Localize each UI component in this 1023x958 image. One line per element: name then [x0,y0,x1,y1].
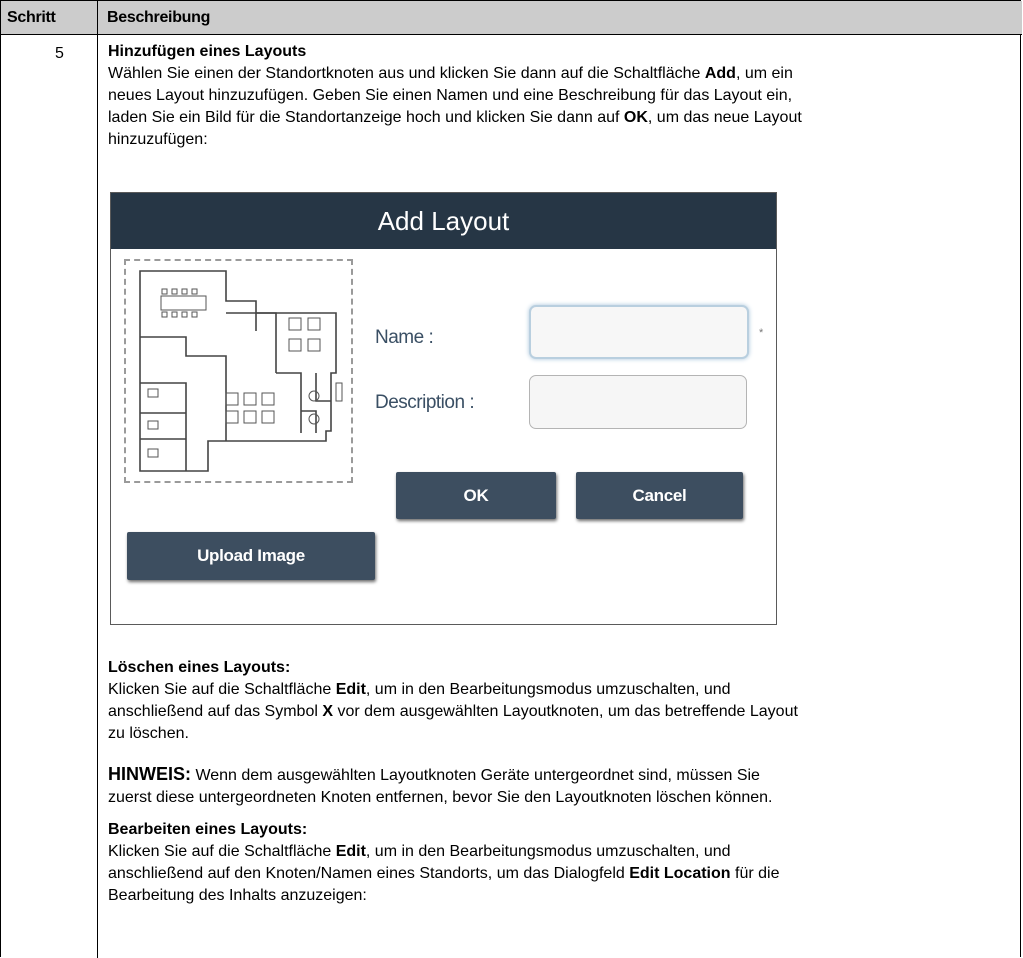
text: laden Sie ein Bild für die Standortanzei… [108,109,624,126]
text: , um in den Bearbeitungsmodus umzuschalt… [365,681,731,698]
header-step: Schritt [7,9,56,26]
keyword-ok: OK [623,109,648,126]
ok-button[interactable]: OK [396,472,556,519]
text: , um ein [735,65,793,82]
keyword-x: X [322,703,334,720]
paragraph-line: Bearbeitung des Inhalts anzuzeigen: [108,887,367,904]
text: anschließend auf das Symbol [108,703,323,720]
floor-plan-icon [139,270,343,472]
note-section: HINWEIS: Wenn dem ausgewählten Layoutkno… [108,763,1013,809]
add-layout-section: Hinzufügen eines Layouts Wählen Sie eine… [108,41,1013,151]
name-label: Name : [375,327,434,348]
edit-layout-section: Bearbeiten eines Layouts: Klicken Sie au… [108,819,1013,907]
text: anschließend auf den Knoten/Namen eines … [108,865,630,882]
column-divider [97,1,98,958]
paragraph-line: laden Sie ein Bild für die Standortanzei… [108,107,1013,129]
text: , um das neue Layout [647,109,802,126]
instruction-table: Schritt Beschreibung 5 Hinzufügen eines … [0,0,1022,958]
paragraph-line: zu löschen. [108,725,189,742]
text: Wenn dem ausgewählten Layoutknoten Gerät… [191,767,760,784]
note-line: zuerst diese untergeordneten Knoten entf… [108,789,773,806]
heading-add-layout: Hinzufügen eines Layouts [108,43,307,60]
heading-edit-layout: Bearbeiten eines Layouts: [108,821,308,838]
paragraph-line: Klicken Sie auf die Schaltfläche Edit, u… [108,841,1013,863]
text: vor dem ausgewählten Layoutknoten, um da… [333,703,798,720]
paragraph-line: neues Layout hinzuzufügen. Geben Sie ein… [108,87,793,104]
paragraph-line: Wählen Sie einen der Standortknoten aus … [108,63,1013,85]
keyword-edit: Edit [335,843,366,860]
table-header-row: Schritt Beschreibung [1,1,1022,35]
description-input[interactable] [529,375,747,429]
add-layout-dialog: Add Layout Name: * Description: OK Can… [110,192,777,625]
description-label: Description : [375,392,475,413]
text: für die [730,865,780,882]
note-line: HINWEIS: Wenn dem ausgewählten Layoutkno… [108,763,1013,787]
note-label: HINWEIS: [108,764,191,784]
upload-image-button[interactable]: Upload Image [127,532,375,580]
name-input[interactable] [529,305,749,359]
paragraph-line: Klicken Sie auf die Schaltfläche Edit, u… [108,679,1013,701]
heading-delete-layout: Löschen eines Layouts: [108,659,291,676]
dialog-title: Add Layout [111,193,776,249]
paragraph-line: hinzuzufügen: [108,131,208,148]
header-description: Beschreibung [107,9,211,26]
delete-layout-section: Löschen eines Layouts: Klicken Sie auf d… [108,657,1013,745]
keyword-edit-location: Edit Location [629,865,731,882]
keyword-edit: Edit [335,681,366,698]
text: , um in den Bearbeitungsmodus umzuschalt… [365,843,731,860]
required-marker: * [759,327,764,339]
paragraph-line: anschließend auf den Knoten/Namen eines … [108,863,1013,885]
keyword-add: Add [704,65,736,82]
text: Klicken Sie auf die Schaltfläche [108,843,336,860]
text: Wählen Sie einen der Standortknoten aus … [108,65,705,82]
text: Klicken Sie auf die Schaltfläche [108,681,336,698]
floor-plan-image [124,259,353,483]
cancel-button[interactable]: Cancel [576,472,743,519]
paragraph-line: anschließend auf das Symbol X vor dem au… [108,701,1013,723]
